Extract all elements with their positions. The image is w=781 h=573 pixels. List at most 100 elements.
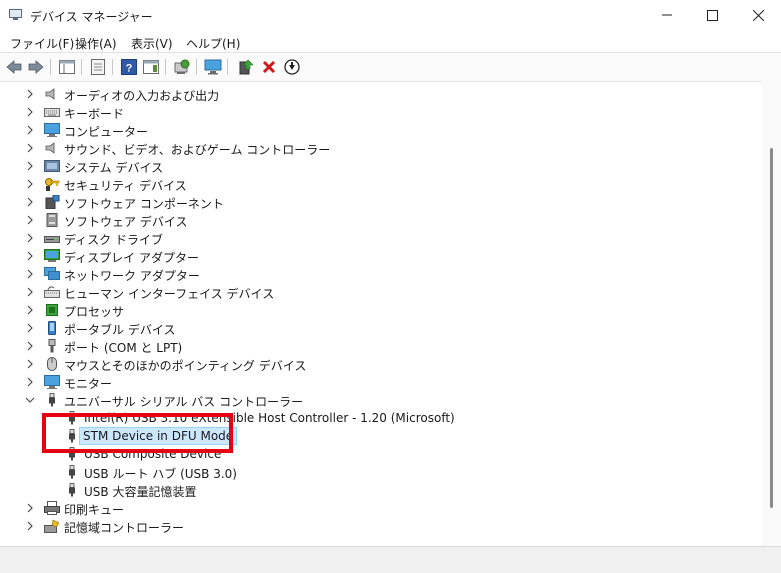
toolbar-separator	[165, 59, 166, 75]
device-category[interactable]: モニター	[6, 373, 746, 391]
device-label: 印刷キュー	[64, 503, 125, 517]
mouse-icon	[47, 357, 57, 371]
keyboard-icon	[44, 108, 60, 117]
chevron-right-icon[interactable]	[24, 196, 36, 208]
device-category[interactable]: オーディオの入力および出力	[6, 85, 746, 103]
chevron-right-icon[interactable]	[24, 142, 36, 154]
device-label: ディスク ドライブ	[64, 233, 163, 247]
device-category[interactable]: ポート (COM と LPT)	[6, 337, 746, 355]
maximize-button[interactable]	[689, 0, 735, 30]
computer-scan-icon	[204, 59, 222, 75]
chevron-right-icon[interactable]	[24, 124, 36, 136]
device-category[interactable]: 印刷キュー	[6, 499, 746, 517]
chevron-right-icon[interactable]	[24, 304, 36, 316]
device-label: USB 大容量記憶装置	[84, 485, 197, 499]
device-label: キーボード	[64, 107, 125, 121]
status-bar	[0, 546, 781, 573]
close-button[interactable]	[735, 0, 781, 30]
scrollbar-thumb[interactable]	[770, 148, 773, 508]
usb-icon	[69, 465, 75, 479]
toolbar-separator	[227, 59, 228, 75]
device-category[interactable]: ユニバーサル シリアル バス コントローラー	[6, 391, 746, 409]
disable-device-button[interactable]	[283, 58, 301, 76]
update-driver-button[interactable]	[237, 58, 255, 76]
show-hide-console-tree-button[interactable]	[58, 58, 76, 76]
device-label: モニター	[64, 377, 113, 391]
chevron-right-icon[interactable]	[24, 178, 36, 190]
help-icon: ?	[121, 59, 137, 75]
chevron-right-icon[interactable]	[24, 250, 36, 262]
device-label: ポータブル デバイス	[64, 323, 176, 337]
device-label: 記憶域コントローラー	[64, 521, 185, 535]
chevron-right-icon[interactable]	[24, 358, 36, 370]
red-highlight-box	[42, 413, 233, 453]
system-device-icon	[44, 160, 60, 172]
uninstall-device-button[interactable]	[260, 58, 278, 76]
device-manager-icon	[9, 9, 22, 20]
menu-action[interactable]: 操作(A)	[75, 35, 117, 52]
port-icon	[48, 339, 56, 353]
back-button[interactable]	[5, 58, 23, 76]
device-label: ソフトウェア デバイス	[64, 215, 188, 229]
display-adapter-icon	[44, 249, 60, 262]
forward-button[interactable]	[27, 58, 45, 76]
properties-button[interactable]	[89, 58, 107, 76]
action-pane-button[interactable]	[142, 58, 160, 76]
device-category[interactable]: ヒューマン インターフェイス デバイス	[6, 283, 746, 301]
chevron-right-icon[interactable]	[24, 88, 36, 100]
device-node[interactable]: USB 大容量記憶装置	[6, 481, 746, 499]
device-label: セキュリティ デバイス	[64, 179, 187, 193]
chevron-down-icon[interactable]	[24, 394, 36, 406]
device-category[interactable]: セキュリティ デバイス	[6, 175, 746, 193]
action-pane-icon	[143, 60, 159, 74]
minimize-button[interactable]	[644, 0, 690, 30]
chevron-right-icon[interactable]	[24, 160, 36, 172]
speaker-icon	[45, 142, 55, 154]
chevron-right-icon[interactable]	[24, 268, 36, 280]
chevron-right-icon[interactable]	[24, 106, 36, 118]
device-category[interactable]: ディスク ドライブ	[6, 229, 746, 247]
device-category[interactable]: システム デバイス	[6, 157, 746, 175]
vertical-scrollbar[interactable]	[762, 80, 781, 546]
scan-hardware-icon	[174, 59, 190, 74]
menu-view[interactable]: 表示(V)	[131, 35, 173, 52]
device-label: ヒューマン インターフェイス デバイス	[64, 287, 275, 301]
device-category[interactable]: サウンド、ビデオ、およびゲーム コントローラー	[6, 139, 746, 157]
back-arrow-icon	[6, 60, 22, 74]
device-label: サウンド、ビデオ、およびゲーム コントローラー	[64, 143, 331, 157]
device-category[interactable]: ディスプレイ アダプター	[6, 247, 746, 265]
chevron-right-icon[interactable]	[24, 376, 36, 388]
device-category[interactable]: 記憶域コントローラー	[6, 517, 746, 535]
processor-icon	[46, 304, 58, 316]
scan-hardware-changes-button[interactable]	[173, 58, 191, 76]
device-category[interactable]: プロセッサ	[6, 301, 746, 319]
device-category[interactable]: ソフトウェア デバイス	[6, 211, 746, 229]
console-tree-icon	[59, 60, 75, 74]
device-label: コンピューター	[64, 125, 149, 139]
chevron-right-icon[interactable]	[24, 286, 36, 298]
software-component-icon	[45, 195, 60, 209]
device-node[interactable]: USB ルート ハブ (USB 3.0)	[6, 463, 746, 481]
device-category[interactable]: コンピューター	[6, 121, 746, 139]
scan-for-hardware-button[interactable]	[204, 58, 222, 76]
chevron-right-icon[interactable]	[24, 502, 36, 514]
monitor-icon	[44, 375, 60, 389]
chevron-right-icon[interactable]	[24, 340, 36, 352]
disable-device-icon	[284, 59, 300, 75]
chevron-right-icon[interactable]	[24, 322, 36, 334]
device-category[interactable]: ポータブル デバイス	[6, 319, 746, 337]
properties-icon	[91, 59, 105, 75]
device-label: ネットワーク アダプター	[64, 269, 200, 283]
hid-icon	[44, 286, 60, 298]
chevron-right-icon[interactable]	[24, 232, 36, 244]
chevron-right-icon[interactable]	[24, 214, 36, 226]
device-category[interactable]: ネットワーク アダプター	[6, 265, 746, 283]
menu-file[interactable]: ファイル(F)	[10, 35, 74, 52]
help-button[interactable]: ?	[120, 58, 138, 76]
device-category[interactable]: ソフトウェア コンポーネント	[6, 193, 746, 211]
chevron-right-icon[interactable]	[24, 520, 36, 532]
device-category[interactable]: マウスとそのほかのポインティング デバイス	[6, 355, 746, 373]
device-category[interactable]: キーボード	[6, 103, 746, 121]
menu-help[interactable]: ヘルプ(H)	[186, 35, 240, 52]
monitor-icon	[44, 123, 60, 137]
